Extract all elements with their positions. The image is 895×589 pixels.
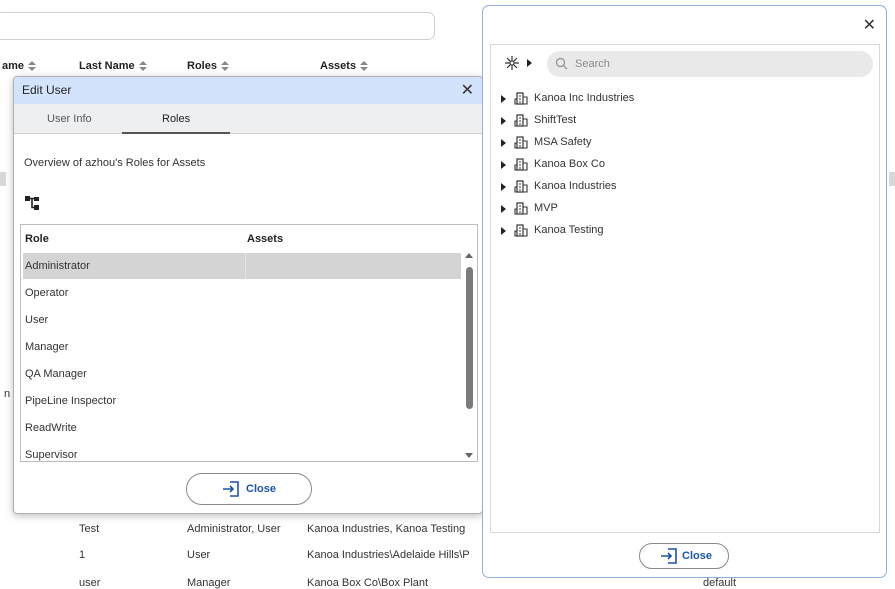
bg-row-extra: default (703, 577, 737, 589)
building-icon (514, 136, 528, 149)
caret-right-icon[interactable] (501, 95, 506, 103)
bg-row-assets: Kanoa Industries\Adelaide Hills\P (307, 549, 470, 561)
building-icon (514, 180, 528, 193)
role-row[interactable]: PipeLine Inspector (25, 395, 116, 407)
header-last-name[interactable]: Last Name (79, 60, 147, 72)
close-icon[interactable]: ✕ (461, 80, 474, 100)
asset-search-input[interactable]: Search (547, 51, 873, 77)
role-row[interactable]: Supervisor (25, 449, 78, 461)
active-tab-indicator (122, 132, 230, 134)
caret-right-icon[interactable] (501, 139, 506, 147)
role-row[interactable]: ReadWrite (25, 422, 77, 434)
bg-row-last-name: user (79, 577, 101, 589)
scrollbar-thumb[interactable] (466, 267, 473, 409)
tree-item-label: Kanoa Industries (534, 180, 617, 192)
expand-all-icon[interactable] (505, 56, 519, 73)
caret-right-icon[interactable] (501, 117, 506, 125)
background-fragment: n (4, 388, 11, 400)
building-icon (514, 224, 528, 237)
expand-arrow-icon[interactable] (527, 59, 532, 67)
bg-row-last-name: Test (79, 523, 100, 535)
header-first-name[interactable]: ame (2, 60, 37, 72)
caret-right-icon[interactable] (501, 183, 506, 191)
bg-row-last-name: 1 (79, 549, 86, 561)
asset-close-button[interactable]: Close (639, 543, 729, 569)
bg-row-roles: User (187, 549, 211, 561)
dialog-header: Edit User ✕ (14, 77, 482, 104)
sort-icon[interactable] (138, 61, 147, 71)
role-row[interactable]: QA Manager (25, 368, 87, 380)
hierarchy-icon[interactable] (24, 195, 40, 214)
tab-user-info[interactable]: User Info (47, 113, 92, 125)
sort-icon[interactable] (220, 61, 229, 71)
exit-icon (223, 481, 239, 497)
bg-row-roles: Administrator, User (187, 523, 281, 535)
close-button[interactable]: Close (186, 473, 312, 505)
scroll-down-arrow-icon[interactable] (465, 453, 473, 458)
tree-item-label: ShiftTest (534, 114, 577, 126)
exit-icon (661, 548, 677, 564)
building-icon (514, 202, 528, 215)
search-placeholder: Search (575, 58, 610, 70)
tab-roles[interactable]: Roles (162, 113, 190, 125)
header-roles[interactable]: Roles (187, 60, 229, 72)
caret-right-icon[interactable] (501, 205, 506, 213)
cell-divider (245, 253, 246, 279)
sort-icon[interactable] (28, 61, 37, 71)
tree-item-label: Kanoa Box Co (534, 158, 605, 170)
search-icon (555, 57, 568, 70)
role-row[interactable]: Operator (25, 287, 68, 299)
background-row-edge (0, 172, 6, 186)
close-icon[interactable]: ✕ (863, 15, 876, 35)
tree-item-label: Kanoa Testing (534, 224, 604, 236)
tree-item-label: MSA Safety (534, 136, 592, 148)
role-row[interactable]: User (25, 314, 48, 326)
bg-row-assets: Kanoa Industries, Kanoa Testing (307, 523, 466, 535)
edit-user-dialog: Edit User ✕ User Info Roles Overview of … (13, 76, 483, 514)
asset-tree: Search Kanoa Inc Industries ShiftTest MS… (490, 44, 880, 533)
background-row-edge (889, 172, 895, 186)
column-header-role: Role (25, 233, 49, 245)
asset-selector-panel: ✕ Search Kanoa Inc Industries ShiftTest (482, 5, 887, 578)
header-assets[interactable]: Assets (320, 60, 369, 72)
roles-overview-text: Overview of azhou's Roles for Assets (24, 157, 206, 169)
bg-row-assets: Kanoa Box Co\Box Plant (307, 577, 429, 589)
asset-close-button-label: Close (682, 550, 712, 562)
building-icon (514, 114, 528, 127)
building-icon (514, 158, 528, 171)
tree-item-label: MVP (534, 202, 558, 214)
vertical-scrollbar[interactable] (465, 253, 474, 461)
column-header-assets: Assets (247, 233, 284, 245)
sort-icon[interactable] (360, 61, 369, 71)
role-row[interactable]: Administrator (25, 260, 90, 272)
background-search-input[interactable] (0, 12, 435, 40)
tree-item-label: Kanoa Inc Industries (534, 92, 635, 104)
close-button-label: Close (246, 483, 276, 495)
dialog-title: Edit User (22, 83, 72, 97)
scroll-up-arrow-icon[interactable] (465, 253, 473, 258)
tab-bar: User Info Roles (14, 104, 482, 134)
building-icon (514, 92, 528, 105)
role-row[interactable]: Manager (25, 341, 68, 353)
bg-row-roles: Manager (187, 577, 231, 589)
caret-right-icon[interactable] (501, 227, 506, 235)
roles-table: Role Assets Administrator Operator User … (20, 224, 478, 462)
caret-right-icon[interactable] (501, 161, 506, 169)
